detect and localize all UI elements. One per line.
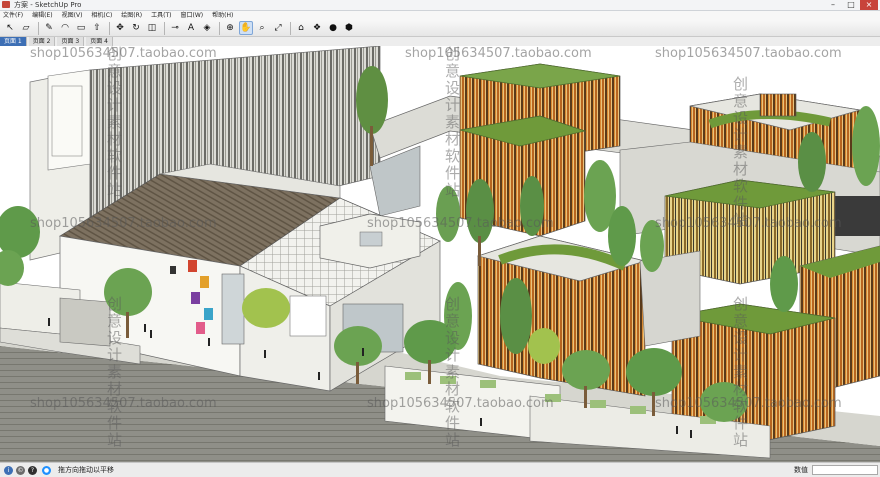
pan-icon[interactable]: ✋ bbox=[239, 21, 253, 35]
menu-window[interactable]: 窗口(W) bbox=[178, 11, 210, 20]
menu-tools[interactable]: 工具(T) bbox=[148, 11, 177, 20]
scene-tab-1[interactable]: 页面 1 bbox=[0, 37, 27, 46]
minimize-button[interactable]: – bbox=[824, 0, 842, 10]
status-bar: i © ? ● 拖方向拖动以平移 数值 bbox=[0, 462, 880, 477]
warehouse-icon[interactable]: ⌂ bbox=[294, 21, 308, 35]
close-button[interactable]: × bbox=[860, 0, 878, 10]
watermark-url: shop105634507.taobao.com bbox=[30, 216, 217, 231]
status-message: 拖方向拖动以平移 bbox=[58, 466, 114, 474]
rotate-icon[interactable]: ↻ bbox=[129, 21, 143, 35]
credits-icon[interactable]: © bbox=[16, 466, 25, 475]
offset-icon[interactable]: ◫ bbox=[145, 21, 159, 35]
sketchup-logo-icon bbox=[2, 1, 10, 8]
menu-help[interactable]: 帮助(H) bbox=[209, 11, 239, 20]
title-bar: 方案 - SketchUp Pro – □ × bbox=[0, 0, 880, 11]
toolbar-separator bbox=[219, 21, 220, 35]
window-controls: – □ × bbox=[824, 0, 878, 10]
menu-edit[interactable]: 编辑(E) bbox=[29, 11, 58, 20]
arc-icon[interactable]: ◠ bbox=[58, 21, 72, 35]
toolbar-separator bbox=[38, 21, 39, 35]
tape-measure-icon[interactable]: ⊸ bbox=[168, 21, 182, 35]
toolbar-separator bbox=[164, 21, 165, 35]
menu-draw[interactable]: 绘图(R) bbox=[118, 11, 148, 20]
zoom-icon[interactable]: ⌕ bbox=[255, 21, 269, 35]
eraser-icon[interactable]: ▱ bbox=[19, 21, 33, 35]
maximize-button[interactable]: □ bbox=[842, 0, 860, 10]
move-icon[interactable]: ✥ bbox=[113, 21, 127, 35]
instructor-icon[interactable]: ● bbox=[42, 466, 51, 475]
scene-tab-3[interactable]: 页面 3 bbox=[57, 37, 85, 46]
watermark-vertical: 创意设计素材软件站 bbox=[731, 76, 749, 229]
watermark-vertical: 创意设计素材软件站 bbox=[105, 296, 123, 449]
watermark-vertical: 创意设计素材软件站 bbox=[105, 46, 123, 199]
model-viewport[interactable]: shop105634507.taobao.com shop105634507.t… bbox=[0, 46, 880, 462]
push-pull-icon[interactable]: ⇧ bbox=[90, 21, 104, 35]
watermark-url: shop105634507.taobao.com bbox=[367, 216, 554, 231]
scene-tab-4[interactable]: 页面 4 bbox=[86, 37, 113, 46]
watermark-vertical: 创意设计素材软件站 bbox=[443, 296, 461, 449]
text-icon[interactable]: A bbox=[184, 21, 198, 35]
measurement-input[interactable] bbox=[812, 465, 878, 475]
scene-tab-2[interactable]: 页面 2 bbox=[28, 37, 56, 46]
toolbar: ↖ ▱ ✎ ◠ ▭ ⇧ ✥ ↻ ◫ ⊸ A ◈ ⊕ ✋ ⌕ ⤢ ⌂ ❖ ● ⬢ bbox=[0, 20, 880, 37]
rectangle-icon[interactable]: ▭ bbox=[74, 21, 88, 35]
select-icon[interactable]: ↖ bbox=[3, 21, 17, 35]
orbit-icon[interactable]: ⊕ bbox=[223, 21, 237, 35]
pencil-icon[interactable]: ✎ bbox=[42, 21, 56, 35]
toolbar-separator bbox=[290, 21, 291, 35]
menu-bar: 文件(F) 编辑(E) 视图(V) 相机(C) 绘图(R) 工具(T) 窗口(W… bbox=[0, 11, 880, 20]
help-icon[interactable]: ? bbox=[28, 466, 37, 475]
watermark-vertical: 创意设计素材软件站 bbox=[731, 296, 749, 449]
watermark-url: shop105634507.taobao.com bbox=[655, 46, 842, 61]
measurement-label: 数值 bbox=[794, 466, 808, 474]
watermark-vertical: 创意设计素材软件站 bbox=[443, 46, 461, 199]
window-title: 方案 - SketchUp Pro bbox=[14, 1, 82, 9]
watermark-url: shop105634507.taobao.com bbox=[405, 46, 592, 61]
materials-icon[interactable]: ● bbox=[326, 21, 340, 35]
component-icon[interactable]: ❖ bbox=[310, 21, 324, 35]
zoom-extents-icon[interactable]: ⤢ bbox=[271, 21, 285, 35]
menu-camera[interactable]: 相机(C) bbox=[88, 11, 118, 20]
menu-view[interactable]: 视图(V) bbox=[59, 11, 89, 20]
paint-bucket-icon[interactable]: ◈ bbox=[200, 21, 214, 35]
toolbar-separator bbox=[109, 21, 110, 35]
scene-tabs: 页面 1 页面 2 页面 3 页面 4 bbox=[0, 37, 880, 46]
menu-file[interactable]: 文件(F) bbox=[0, 11, 29, 20]
geo-location-icon[interactable]: i bbox=[4, 466, 13, 475]
share-icon[interactable]: ⬢ bbox=[342, 21, 356, 35]
